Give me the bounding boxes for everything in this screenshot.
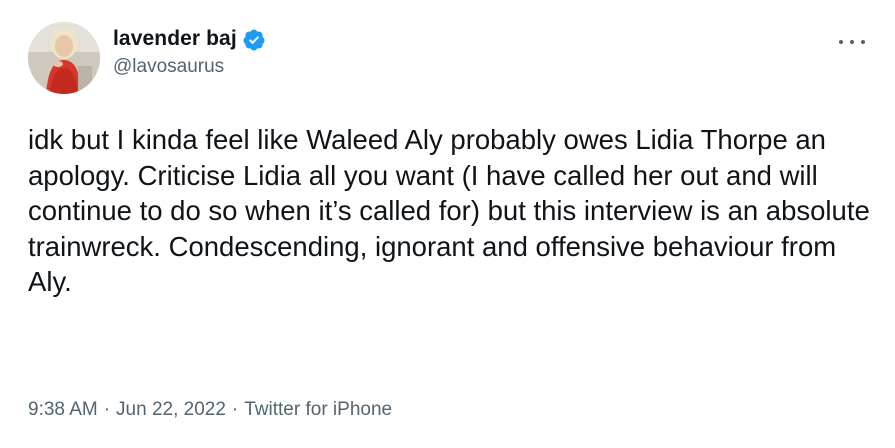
separator: · [231, 399, 239, 420]
verified-badge-icon [242, 28, 266, 52]
tweet-header: lavender baj @lavosaurus [28, 22, 871, 100]
tweet-time[interactable]: 9:38 AM [28, 399, 98, 421]
user-handle[interactable]: @lavosaurus [113, 56, 266, 78]
dot [850, 40, 854, 44]
separator: · [103, 399, 111, 420]
display-name[interactable]: lavender baj [113, 27, 237, 51]
user-info: lavender baj @lavosaurus [113, 25, 266, 78]
dot [861, 40, 865, 44]
tweet-date[interactable]: Jun 22, 2022 [116, 399, 226, 421]
tweet-text: idk but I kinda feel like Waleed Aly pro… [28, 124, 870, 297]
tweet-source[interactable]: Twitter for iPhone [244, 399, 392, 421]
tweet-card: lavender baj @lavosaurus idk but I kinda… [0, 0, 895, 448]
more-horizontal-icon[interactable] [839, 32, 865, 52]
avatar[interactable] [28, 22, 100, 94]
tweet-meta: 9:38 AM · Jun 22, 2022 · Twitter for iPh… [28, 399, 392, 421]
dot [839, 40, 843, 44]
name-row: lavender baj [113, 25, 266, 53]
